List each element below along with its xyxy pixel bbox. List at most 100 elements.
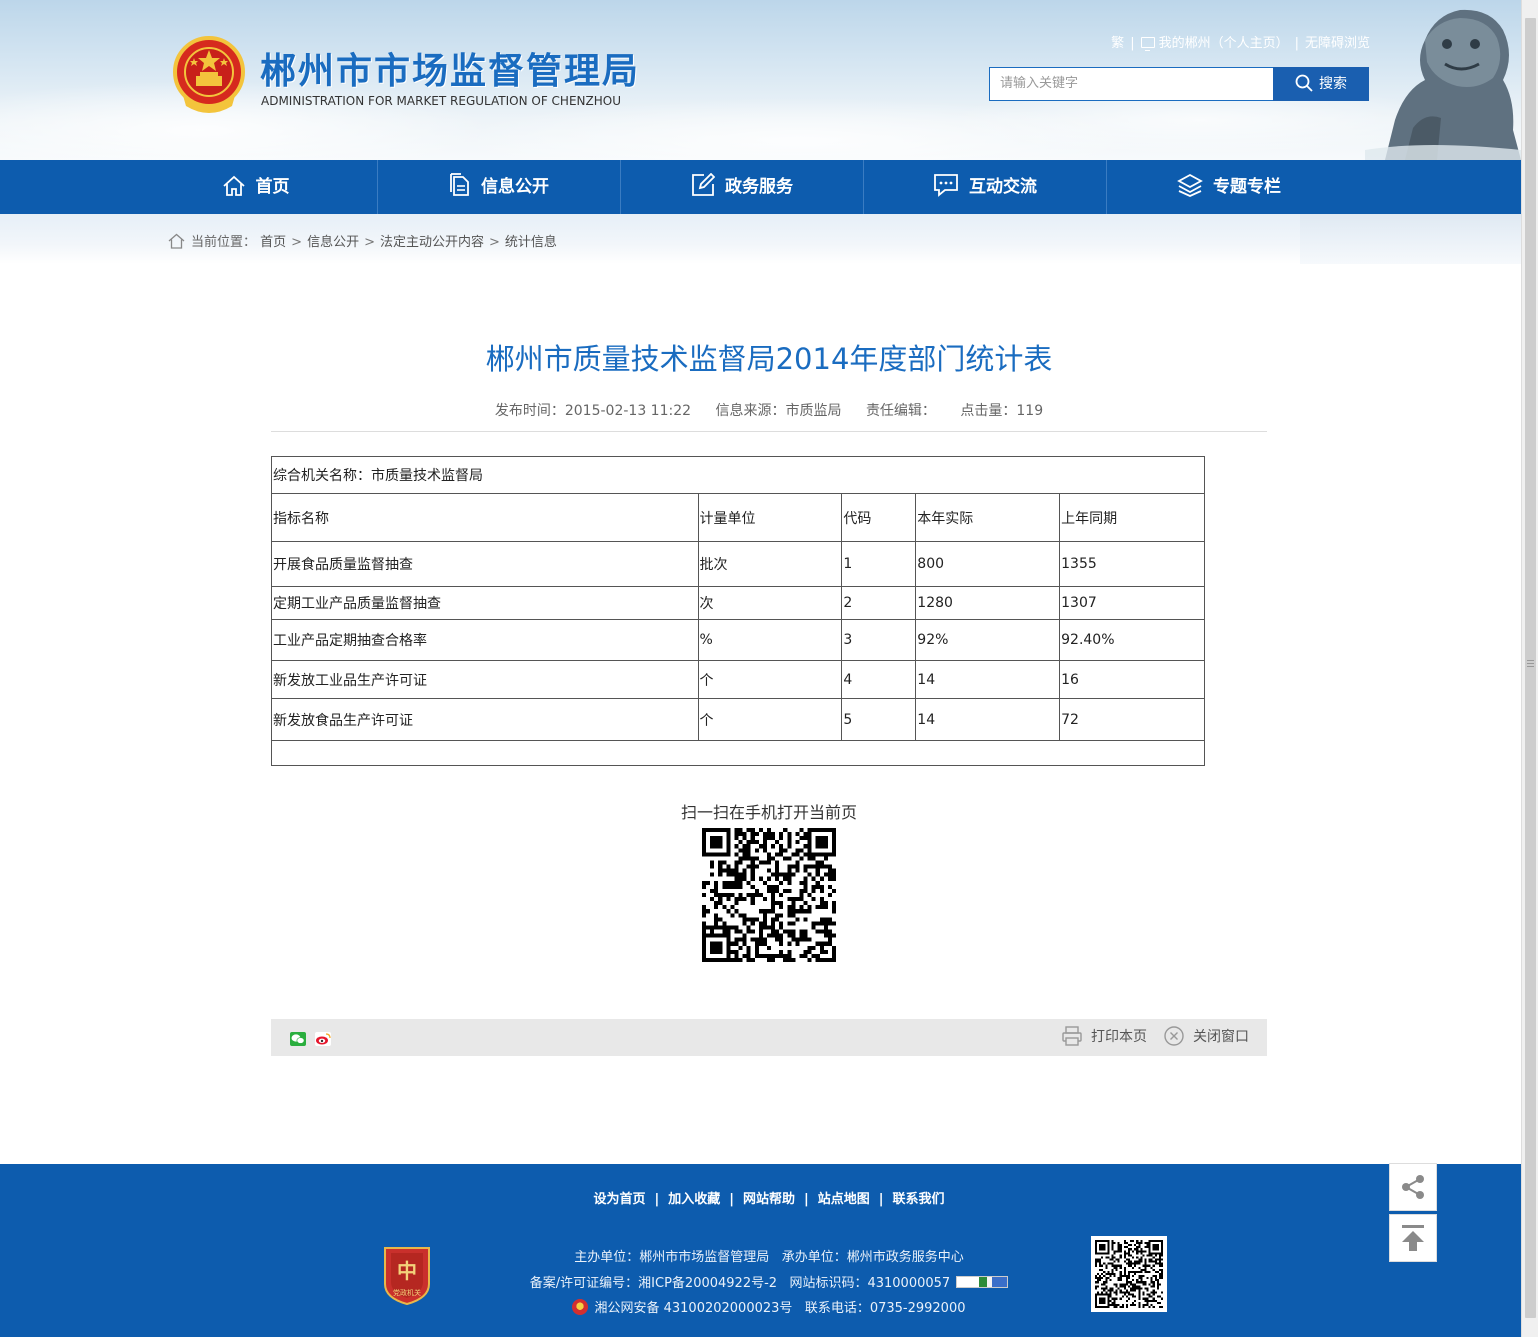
main-nav: 首页 信息公开 政务服务 互动交流 专题专栏	[0, 160, 1521, 214]
footer-link-add-favorites[interactable]: 加入收藏	[668, 1192, 720, 1207]
table-header-row: 指标名称 计量单位 代码 本年实际 上年同期	[271, 493, 1205, 542]
search-button[interactable]: 搜索	[1273, 67, 1369, 101]
host-unit: 主办单位：郴州市市场监督管理局	[574, 1250, 770, 1265]
info-source: 信息来源：市质监局	[715, 403, 842, 419]
breadcrumb: 当前位置： 首页 > 信息公开 > 法定主动公开内容 > 统计信息	[168, 231, 557, 250]
table-row: 新发放工业品生产许可证 个 4 14 16	[271, 660, 1205, 699]
table-cell: 个	[697, 660, 843, 699]
header-cell: 指标名称	[271, 493, 699, 542]
table-cell: 新发放食品生产许可证	[271, 698, 699, 741]
breadcrumb-statistics[interactable]: 统计信息	[505, 235, 557, 250]
scrollbar-grip-icon	[1527, 660, 1534, 669]
statistics-table: 综合机关名称：市质量技术监督局 指标名称 计量单位 代码 本年实际 上年同期 开…	[271, 456, 1205, 766]
home-icon	[222, 175, 245, 196]
top-links: 繁 | 我的郴州（个人主页） | 无障碍浏览	[1111, 36, 1370, 51]
undertaker-unit: 承办单位：郴州市政务服务中心	[781, 1250, 964, 1265]
table-org-row: 综合机关名称：市质量技术监督局	[271, 456, 1205, 494]
home-outline-icon	[168, 233, 185, 249]
header-cell: 本年实际	[915, 493, 1061, 542]
table-row: 工业产品定期抽查合格率 % 3 92% 92.40%	[271, 619, 1205, 661]
vertical-scrollbar[interactable]	[1521, 0, 1538, 1337]
nav-item-gov-services[interactable]: 政务服务	[621, 160, 863, 214]
footer-icp-line: 备案/许可证编号：湘ICP备20004922号-2 网站标识码：43100000…	[0, 1272, 1538, 1291]
wechat-share-icon[interactable]	[290, 1031, 306, 1050]
click-count: 点击量：119	[960, 403, 1044, 419]
layers-icon	[1177, 173, 1203, 197]
site-header: 郴州市市场监督管理局 ADMINISTRATION FOR MARKET REG…	[0, 0, 1521, 160]
table-cell: 个	[697, 698, 843, 741]
footer-host-line: 主办单位：郴州市市场监督管理局 承办单位：郴州市政务服务中心	[0, 1246, 1538, 1265]
traditional-chinese-link[interactable]: 繁	[1111, 36, 1124, 51]
table-cell: 批次	[697, 541, 843, 587]
header-cell: 代码	[841, 493, 917, 542]
table-cell: 次	[697, 586, 843, 620]
table-cell: 1307	[1059, 586, 1205, 620]
nav-item-interaction[interactable]: 互动交流	[864, 160, 1106, 214]
footer-link-set-homepage[interactable]: 设为首页	[593, 1192, 645, 1207]
responsible-editor: 责任编辑：	[865, 403, 936, 419]
breadcrumb-home[interactable]: 首页	[260, 235, 286, 250]
site-title: 郴州市市场监督管理局	[260, 51, 641, 92]
contact-phone: 联系电话：0735-2992000	[804, 1301, 966, 1316]
footer-qr-image	[1095, 1240, 1163, 1308]
table-cell: 92%	[915, 619, 1061, 661]
table-cell: 新发放工业品生产许可证	[271, 660, 699, 699]
nav-item-home[interactable]: 首页	[134, 160, 377, 214]
share-bar: 打印本页 关闭窗口	[271, 1019, 1267, 1056]
empty-cell	[271, 740, 1205, 766]
table-cell: 3	[841, 619, 917, 661]
cnzz-stat-icon[interactable]	[956, 1276, 1009, 1288]
police-record[interactable]: 湘公网安备 43100202000023号	[594, 1301, 792, 1316]
table-empty-row	[271, 740, 1205, 766]
accessibility-link[interactable]: 无障碍浏览	[1305, 36, 1370, 51]
table-cell: 开展食品质量监督抽查	[271, 541, 699, 587]
footer-link-help[interactable]: 网站帮助	[743, 1192, 795, 1207]
table-cell: %	[697, 619, 843, 661]
site-id: 网站标识码：4310000057	[789, 1276, 951, 1291]
org-name-cell: 综合机关名称：市质量技术监督局	[271, 456, 1205, 494]
table-row: 开展食品质量监督抽查 批次 1 800 1355	[271, 541, 1205, 587]
table-cell: 工业产品定期抽查合格率	[271, 619, 699, 661]
breadcrumb-prefix: 当前位置：	[191, 235, 257, 250]
close-window-button[interactable]: 关闭窗口	[1163, 1019, 1249, 1056]
page-qr-code	[702, 828, 836, 962]
table-cell: 14	[915, 660, 1061, 699]
table-cell: 92.40%	[1059, 619, 1205, 661]
printer-icon	[1062, 1026, 1082, 1046]
share-float-button[interactable]	[1389, 1163, 1437, 1211]
table-cell: 800	[915, 541, 1061, 587]
weibo-share-icon[interactable]	[315, 1031, 332, 1050]
table-cell: 1	[841, 541, 917, 587]
footer-links: 设为首页 | 加入收藏 | 网站帮助 | 站点地图 | 联系我们	[593, 1192, 945, 1207]
table-cell: 4	[841, 660, 917, 699]
monitor-icon	[1140, 37, 1155, 51]
table-cell: 72	[1059, 698, 1205, 741]
footer-qr-code	[1091, 1236, 1167, 1312]
share-icons	[290, 1031, 335, 1050]
footer-link-sitemap[interactable]: 站点地图	[818, 1192, 870, 1207]
nav-item-info-disclosure[interactable]: 信息公开	[378, 160, 620, 214]
search-input[interactable]: 请输入关键字	[989, 67, 1274, 101]
share-icon	[1402, 1175, 1424, 1199]
article-title: 郴州市质量技术监督局2014年度部门统计表	[485, 342, 1053, 376]
divider-line	[271, 431, 1267, 432]
police-badge-icon	[572, 1299, 589, 1315]
stone-lion-image	[1365, 9, 1521, 160]
header-cell: 计量单位	[697, 493, 843, 542]
breadcrumb-statutory-content[interactable]: 法定主动公开内容	[380, 235, 484, 250]
back-to-top-button[interactable]	[1389, 1214, 1437, 1262]
nav-item-special-topics[interactable]: 专题专栏	[1107, 160, 1351, 214]
my-chenzhou-link[interactable]: 我的郴州（个人主页）	[1140, 36, 1289, 51]
table-row: 新发放食品生产许可证 个 5 14 72	[271, 698, 1205, 741]
search-icon	[1295, 74, 1313, 92]
print-page-button[interactable]: 打印本页	[1061, 1019, 1147, 1056]
document-icon	[450, 173, 469, 196]
edit-icon	[692, 172, 716, 196]
footer-link-contact[interactable]: 联系我们	[893, 1192, 945, 1207]
breadcrumb-info-disclosure[interactable]: 信息公开	[307, 235, 359, 250]
site-footer: 设为首页 | 加入收藏 | 网站帮助 | 站点地图 | 联系我们 中 党政机关 主办单位：郴州市…	[0, 1164, 1521, 1337]
table-cell: 2	[841, 586, 917, 620]
icp-number[interactable]: 备案/许可证编号：湘ICP备20004922号-2	[530, 1276, 777, 1291]
article-meta: 发布时间：2015-02-13 11:22 信息来源：市质监局 责任编辑： 点击…	[271, 400, 1267, 420]
back-to-top-icon	[1402, 1225, 1424, 1251]
